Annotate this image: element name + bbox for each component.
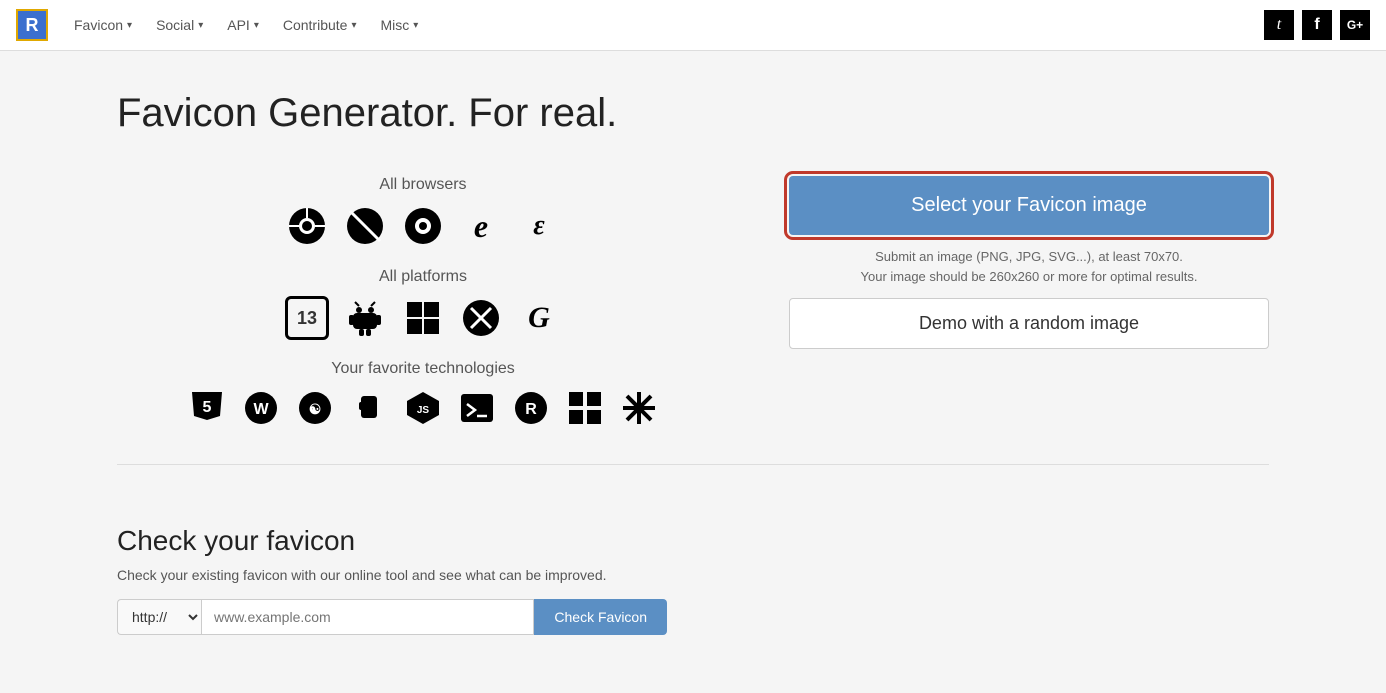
windows-icon [401, 296, 445, 340]
page-content: Favicon Generator. For real. All browser… [93, 51, 1293, 465]
svg-text:5: 5 [203, 399, 212, 416]
android13-icon: 13 [285, 296, 329, 340]
logo[interactable]: R [16, 9, 48, 41]
windows-tiles-icon [565, 388, 605, 428]
android-icon [343, 296, 387, 340]
svg-text:W: W [253, 401, 269, 418]
asterisk-icon [619, 388, 659, 428]
rails-icon: R [511, 388, 551, 428]
browsers-label: All browsers [117, 176, 729, 194]
svg-text:☯: ☯ [309, 401, 322, 417]
mac-icon [459, 296, 503, 340]
nav-item-misc[interactable]: Misc ▾ [370, 11, 428, 39]
nav-item-social[interactable]: Social ▾ [146, 11, 213, 39]
page-title: Favicon Generator. For real. [117, 91, 1269, 136]
nav-item-api[interactable]: API ▾ [217, 11, 269, 39]
firefox-icon [401, 204, 445, 248]
select-favicon-button[interactable]: Select your Favicon image [789, 176, 1269, 235]
check-favicon-button[interactable]: Check Favicon [534, 599, 667, 635]
platforms-section: All platforms 13 [117, 268, 729, 340]
nav-item-favicon[interactable]: Favicon ▾ [64, 11, 142, 39]
hint-line2: Your image should be 260x260 or more for… [861, 267, 1198, 287]
svg-text:JS: JS [417, 405, 430, 416]
opera-icon [343, 204, 387, 248]
technologies-section: Your favorite technologies 5 W [117, 360, 729, 428]
facebook-icon[interactable]: f [1302, 10, 1332, 40]
demo-random-image-button[interactable]: Demo with a random image [789, 298, 1269, 349]
dropdown-arrow: ▾ [198, 20, 203, 31]
check-favicon-section: Check your favicon Check your existing f… [93, 525, 1293, 675]
check-favicon-form: http:// https:// Check Favicon [117, 599, 667, 635]
features-column: All browsers [117, 176, 729, 434]
ie-icon: e [459, 204, 503, 248]
protocol-select[interactable]: http:// https:// [117, 599, 201, 635]
browser-icons-row: e ε [117, 204, 729, 248]
image-hint: Submit an image (PNG, JPG, SVG...), at l… [861, 247, 1198, 286]
dropdown-arrow: ▾ [413, 20, 418, 31]
dropdown-arrow: ▾ [127, 20, 132, 31]
browsers-section: All browsers [117, 176, 729, 248]
main-nav: R Favicon ▾ Social ▾ API ▾ Contribute ▾ … [0, 0, 1386, 51]
hint-line1: Submit an image (PNG, JPG, SVG...), at l… [861, 247, 1198, 267]
tech-icons-row: 5 W ☯ [117, 388, 729, 428]
divider [117, 464, 1269, 465]
check-favicon-description: Check your existing favicon with our onl… [117, 567, 1269, 583]
google-icon: G [517, 296, 561, 340]
social-links: t f G+ [1264, 10, 1370, 40]
edge-icon: ε [517, 204, 561, 248]
twitter-icon[interactable]: t [1264, 10, 1294, 40]
actions-column: Select your Favicon image Submit an imag… [789, 176, 1269, 349]
url-input[interactable] [201, 599, 534, 635]
check-favicon-title: Check your favicon [117, 525, 1269, 557]
technologies-label: Your favorite technologies [117, 360, 729, 378]
dropdown-arrow: ▾ [254, 20, 259, 31]
chrome-icon [285, 204, 329, 248]
nav-item-contribute[interactable]: Contribute ▾ [273, 11, 367, 39]
terminal-icon [457, 388, 497, 428]
gulp-icon [349, 388, 389, 428]
nodejs-icon: JS [403, 388, 443, 428]
google-plus-icon[interactable]: G+ [1340, 10, 1370, 40]
platforms-label: All platforms [117, 268, 729, 286]
html5-icon: 5 [187, 388, 227, 428]
nav-items: Favicon ▾ Social ▾ API ▾ Contribute ▾ Mi… [64, 11, 1264, 39]
svg-text:R: R [525, 401, 537, 418]
platform-icons-row: 13 [117, 296, 729, 340]
dropdown-arrow: ▾ [351, 20, 356, 31]
grunt-icon: ☯ [295, 388, 335, 428]
two-column-layout: All browsers [117, 176, 1269, 434]
wordpress-icon: W [241, 388, 281, 428]
